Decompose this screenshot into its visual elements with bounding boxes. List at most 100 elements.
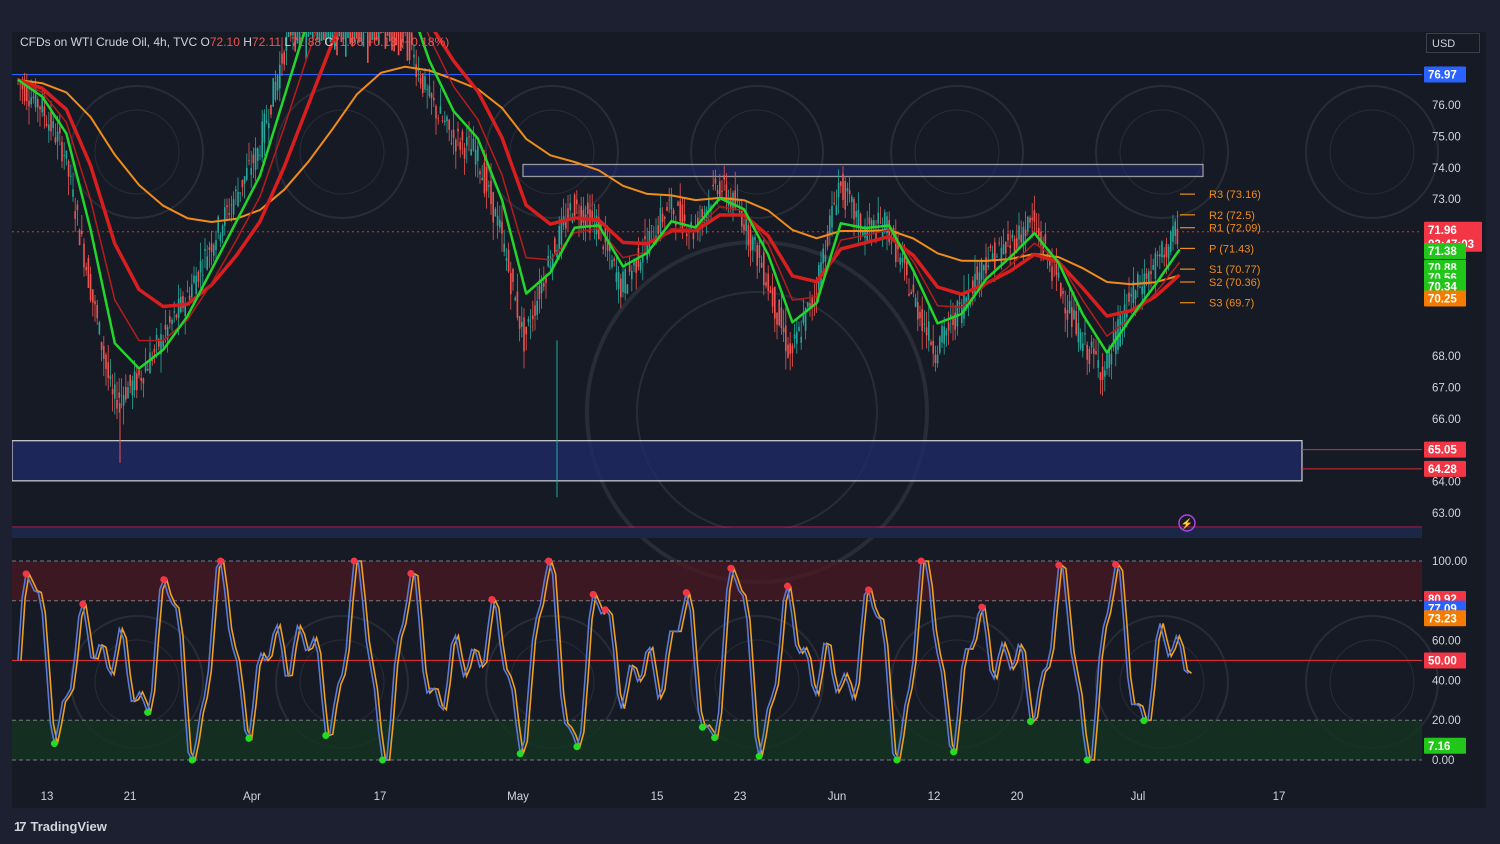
candle-body [32,96,35,99]
candle-body [516,291,519,318]
candle-body [778,299,780,326]
osc-axis-tick: 100.00 [1432,556,1467,568]
candle-body [248,160,250,162]
candle-body [1137,274,1139,287]
candle-body [483,162,486,194]
candle-body [1110,353,1113,365]
candle-body [1101,366,1104,380]
chart-canvas[interactable]: R3 (73.16) R2 (72.5)R1 (72.09) P (71.43) S1… [12,32,1486,808]
candle-body [565,221,567,229]
candle-body [510,272,512,295]
candle-body [105,354,107,369]
candle-body [250,168,252,175]
stoch-cross-down-dot [1055,561,1063,569]
candle-body [164,324,167,330]
candle-body [422,73,424,94]
stoch-cross-down-dot [79,600,87,608]
candle-body [89,274,92,301]
candle-body [576,199,578,205]
candle-body [1005,241,1007,254]
candle-body [1141,286,1143,295]
candle-body [776,313,778,325]
stoch-cross-down-dot [160,576,168,584]
candle-body [868,217,871,225]
candle-body [543,283,545,287]
candle-body [765,281,767,286]
candle-body [1064,307,1066,314]
candle-body [224,207,226,226]
candle-body [829,215,831,234]
candle-body [980,260,983,280]
candle-body [98,322,101,335]
candle-body [474,149,477,165]
candle-body [672,209,675,215]
candle-body [1123,304,1126,325]
candle-body [738,211,741,213]
candle-body [853,199,855,220]
stoch-cross-up-dot [711,734,719,742]
candle-body [204,248,206,251]
tradingview-logo-icon: 17 [14,819,27,834]
candle-body [939,336,941,353]
candle-body [479,171,481,175]
stoch-cross-down-dot [407,570,415,578]
candle-body [206,256,208,270]
stoch-cross-down-dot [22,570,30,578]
candle-body [59,127,61,134]
price-axis-tick: 67.00 [1432,382,1461,394]
pivot-label: R1 (72.09) [1209,223,1261,235]
watermark-inner-ring [509,109,595,195]
candle-body [114,384,116,399]
support-zone [12,440,1303,482]
osc-label-text: 73.23 [1428,613,1457,625]
candle-body [1090,341,1093,348]
candle-body [30,97,32,105]
stoch-cross-down-dot [545,557,553,565]
watermark-ring [1305,85,1439,219]
stoch-cross-up-dot [50,740,58,748]
candle-body [67,161,70,177]
candle-body [65,150,68,159]
candle-body [796,331,798,344]
stoch-cross-down-dot [682,589,690,597]
candle-body [602,246,604,250]
candle-body [426,89,428,91]
candle-body [52,121,54,129]
candle-body [404,32,406,33]
candle-body [668,199,670,201]
chart-frame[interactable]: R3 (73.16) R2 (72.5) R1 (72.09) P (71.43) S1… [12,32,1486,808]
watermark-inner-ring [1329,109,1415,195]
stoch-cross-up-dot [698,723,706,731]
stoch-cross-up-dot [893,756,901,764]
candle-body [144,364,147,372]
candle-body [1150,271,1152,275]
candle-body [749,229,752,251]
candle-body [835,205,838,215]
candle-body [382,32,384,33]
symbol-title[interactable]: CFDs on WTI Crude Oil, 4h, TVC [20,35,197,49]
candle-body [175,315,178,318]
candle-body [37,99,39,108]
price-axis-tick: 76.00 [1432,100,1461,112]
candle-body [549,265,552,269]
candle-body [219,234,222,241]
candle-body [494,209,497,217]
candle-body [1079,332,1082,349]
candle-body [1009,245,1011,248]
candle-body [857,209,860,228]
candle-body [677,202,679,206]
price-label-text: 71.38 [1428,246,1457,258]
time-axis-tick: Jun [828,791,847,803]
candle-body [228,212,230,215]
candle-body [626,284,629,294]
currency-selector[interactable]: USD [1426,33,1480,53]
candle-body [129,375,131,386]
candle-body [912,284,915,293]
tradingview-brand[interactable]: 17 TradingView [14,819,107,834]
candle-body [96,304,98,319]
candle-body [840,181,842,186]
candle-body [521,321,523,327]
time-axis-tick: Apr [243,791,261,803]
candle-body [996,256,998,258]
time-axis-tick: 21 [124,791,137,803]
